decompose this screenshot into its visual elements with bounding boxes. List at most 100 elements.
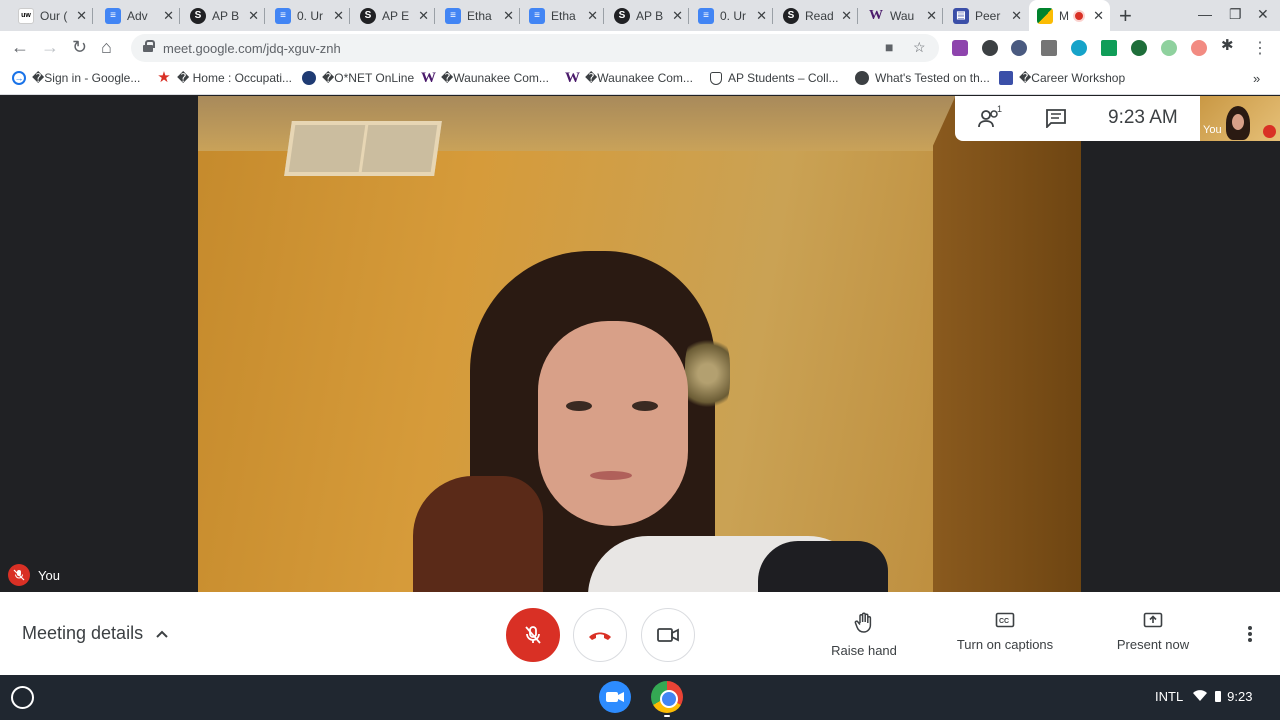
- extensions-puzzle-icon[interactable]: ✱: [1221, 36, 1237, 54]
- status-tray[interactable]: INTL 9:23: [1155, 689, 1252, 704]
- close-icon[interactable]: ✕: [333, 8, 344, 24]
- chrome-app-icon[interactable]: [651, 681, 683, 713]
- self-preview-tile[interactable]: You: [1200, 96, 1280, 141]
- tab-11[interactable]: W Wau ✕: [860, 2, 943, 29]
- tab-7[interactable]: ≡ Etha ✕: [521, 2, 604, 29]
- close-icon[interactable]: ✕: [1011, 8, 1022, 24]
- back-icon[interactable]: ←: [11, 37, 29, 58]
- close-window-icon[interactable]: ✕: [1257, 6, 1269, 23]
- bookmark-item[interactable]: �Career Workshop: [999, 71, 1125, 85]
- more-options-button[interactable]: [1246, 624, 1254, 649]
- meeting-details-label: Meeting details: [22, 623, 144, 643]
- extension-puzzle-purple-icon[interactable]: [952, 40, 968, 56]
- mic-off-icon: [525, 626, 541, 644]
- meeting-clock: 9:23 AM: [1108, 107, 1178, 128]
- camera-toggle-button[interactable]: [641, 608, 695, 662]
- meeting-details-button[interactable]: Meeting details: [22, 623, 169, 644]
- battery-icon: [1215, 691, 1222, 702]
- mic-off-icon: [1263, 125, 1276, 138]
- peer-icon: ▤: [953, 7, 969, 24]
- launcher-icon[interactable]: [11, 686, 34, 709]
- running-indicator: [664, 715, 670, 717]
- zoom-app-icon[interactable]: [599, 681, 631, 713]
- os-shelf: INTL 9:23: [0, 675, 1280, 720]
- forward-icon[interactable]: →: [41, 37, 59, 58]
- restore-icon[interactable]: ❐: [1229, 6, 1242, 23]
- tab-label: Etha: [551, 8, 576, 23]
- tab-label: AP B: [212, 8, 240, 23]
- bookmark-item[interactable]: AP Students – Coll...: [710, 71, 839, 85]
- tab-2[interactable]: ≡ Adv ✕: [97, 2, 180, 29]
- bookmark-item[interactable]: �O*NET OnLine: [302, 71, 414, 85]
- bookmark-star-icon[interactable]: ☆: [913, 39, 926, 56]
- close-icon[interactable]: ✕: [756, 8, 767, 24]
- hand-icon: [854, 612, 872, 633]
- hair-flower: [685, 331, 730, 416]
- extension-cast-icon[interactable]: [1101, 40, 1117, 56]
- tab-5[interactable]: S AP E ✕: [352, 2, 435, 29]
- bookmark-label: �Waunakee Com...: [585, 71, 693, 85]
- tab-3[interactable]: S AP B ✕: [182, 2, 265, 29]
- close-icon[interactable]: ✕: [587, 8, 598, 24]
- address-bar[interactable]: meet.google.com/jdq-xguv-znh ■ ☆: [131, 34, 939, 62]
- extension-r-icon[interactable]: [1041, 40, 1057, 56]
- tab-12[interactable]: ▤ Peer ✕: [945, 2, 1028, 29]
- tab-1[interactable]: uw Our ( ✕: [10, 2, 93, 29]
- captions-label: Turn on captions: [956, 637, 1054, 652]
- reload-icon[interactable]: ↻: [72, 37, 87, 58]
- raise-hand-button[interactable]: Raise hand: [794, 612, 934, 658]
- tab-13-active[interactable]: M ✕: [1029, 0, 1110, 31]
- extension-globe-icon[interactable]: [1071, 40, 1087, 56]
- camera-icon[interactable]: ■: [885, 39, 893, 55]
- bookmark-label: What's Tested on th...: [875, 71, 990, 85]
- more-bookmarks-icon[interactable]: »: [1253, 71, 1260, 86]
- leave-call-button[interactable]: [573, 608, 627, 662]
- chat-icon[interactable]: [1045, 108, 1067, 133]
- extension-screencast-icon[interactable]: [1191, 40, 1207, 56]
- wifi-icon: [1193, 689, 1208, 704]
- close-icon[interactable]: ✕: [418, 8, 429, 24]
- tab-6[interactable]: ≡ Etha ✕: [437, 2, 520, 29]
- close-icon[interactable]: ✕: [248, 8, 259, 24]
- tab-9[interactable]: ≡ 0. Ur ✕: [690, 2, 773, 29]
- bookmark-item[interactable]: → �Sign in - Google...: [12, 71, 140, 85]
- present-now-button[interactable]: Present now: [1083, 612, 1223, 652]
- minimize-icon[interactable]: —: [1198, 6, 1212, 22]
- extension-lp-icon[interactable]: [1131, 40, 1147, 56]
- chrome-menu-icon[interactable]: ⋮: [1252, 38, 1268, 58]
- close-icon[interactable]: ✕: [76, 8, 87, 24]
- close-icon[interactable]: ✕: [1093, 8, 1104, 24]
- close-icon[interactable]: ✕: [503, 8, 514, 24]
- close-icon[interactable]: ✕: [163, 8, 174, 24]
- close-icon[interactable]: ✕: [926, 8, 937, 24]
- home-icon[interactable]: ⌂: [101, 37, 112, 58]
- new-tab-button[interactable]: +: [1119, 3, 1132, 29]
- extension-badge-icon[interactable]: [1011, 40, 1027, 56]
- tab-label: 0. Ur: [720, 8, 747, 23]
- close-icon[interactable]: ✕: [672, 8, 683, 24]
- close-icon[interactable]: ✕: [841, 8, 852, 24]
- bookmark-item[interactable]: ★ � Home : Occupati...: [157, 70, 292, 85]
- mic-toggle-button[interactable]: [506, 608, 560, 662]
- bookmark-item[interactable]: What's Tested on th...: [855, 71, 990, 85]
- captions-button[interactable]: CC Turn on captions: [935, 612, 1075, 652]
- bookmark-item[interactable]: W �Waunakee Com...: [565, 71, 693, 86]
- chevron-up-icon: [155, 623, 169, 644]
- browser-toolbar: ← → ↻ ⌂ meet.google.com/jdq-xguv-znh ■ ☆…: [0, 31, 1280, 65]
- tab-10[interactable]: S Read ✕: [775, 2, 858, 29]
- tab-label: Peer: [975, 8, 1001, 23]
- bookmark-item[interactable]: W �Waunakee Com...: [421, 71, 549, 86]
- tab-8[interactable]: S AP B ✕: [606, 2, 689, 29]
- present-now-label: Present now: [1116, 637, 1190, 652]
- s-icon: S: [360, 7, 376, 24]
- self-video: [198, 96, 1081, 592]
- video-camera-icon: [657, 628, 679, 642]
- recording-icon: [1073, 9, 1085, 22]
- docs-icon: ≡: [275, 7, 291, 24]
- extension-shield-icon[interactable]: [982, 40, 998, 56]
- self-name-tag: You: [8, 564, 60, 586]
- docs-icon: ≡: [529, 7, 545, 24]
- tab-label: AP E: [382, 8, 410, 23]
- extension-grammar-icon[interactable]: [1161, 40, 1177, 56]
- tab-4[interactable]: ≡ 0. Ur ✕: [267, 2, 350, 29]
